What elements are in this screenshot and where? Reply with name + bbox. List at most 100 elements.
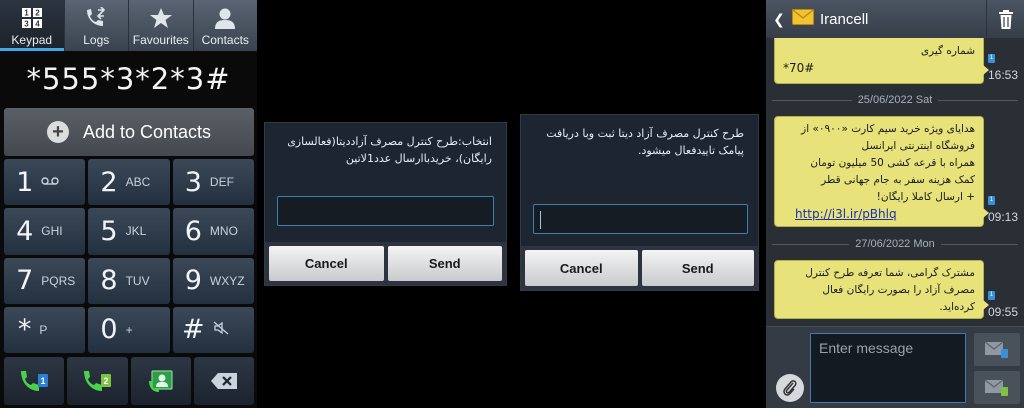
call-sim1-button[interactable]: 1 — [4, 357, 65, 405]
add-to-contacts-button[interactable]: + Add to Contacts — [4, 108, 254, 156]
call-logs-icon — [84, 5, 108, 31]
key-5[interactable]: 5 JKL — [88, 208, 170, 255]
key-letters: TUV — [125, 273, 150, 288]
sim-badge: 1 — [988, 196, 995, 205]
contact-name: Irancell — [820, 10, 869, 28]
message-line: مشترک گرامی، شما تعرفه طرح کنترل — [805, 267, 975, 279]
backspace-icon — [210, 373, 237, 389]
svg-text:4: 4 — [35, 20, 40, 29]
key-letters: WXYZ — [209, 273, 245, 288]
back-arrow-icon[interactable]: ❮ — [770, 11, 788, 28]
ussd-dialog-1: انتخاب:طرح کنترل مصرف آزاددیتا(فعالسازی … — [264, 122, 507, 286]
tab-keypad[interactable]: 1 2 3 4 Keypad — [0, 0, 65, 51]
svg-text:2: 2 — [35, 9, 40, 18]
key-letters: PQRS — [41, 273, 76, 288]
send-button[interactable]: Send — [387, 246, 502, 281]
dialog-message: طرح کنترل مصرف آزاد دیتا ثبت وبا دریافت … — [546, 127, 744, 157]
key-7[interactable]: 7 PQRS — [4, 257, 86, 304]
message-composer: Enter message — [766, 326, 1024, 408]
tab-contacts-label: Contacts — [201, 33, 249, 47]
tab-favourites-label: Favourites — [132, 33, 189, 47]
key-hash[interactable]: # — [172, 306, 254, 353]
paperclip-icon — [783, 380, 797, 396]
key-digit: 2 — [100, 166, 118, 198]
keypad: 1 2 ABC 3 DEF 4 GHI 5 JKL 6 MNO 7 PQRS 8… — [4, 159, 254, 353]
message-line: کرده‌اید. — [939, 301, 975, 313]
svg-text:3: 3 — [24, 20, 29, 29]
key-digit: 8 — [100, 265, 118, 297]
tab-contacts[interactable]: Contacts — [194, 0, 258, 51]
key-9[interactable]: 9 WXYZ — [172, 257, 254, 304]
message-line: مصرف آزاد را بصورت رایگان فعال — [822, 284, 975, 296]
attach-button[interactable] — [776, 374, 804, 402]
message-bubble[interactable]: مشترک گرامی، شما تعرفه طرح کنترل مصرف آز… — [774, 260, 989, 319]
key-digit: 5 — [100, 215, 118, 247]
send-sim2-button[interactable] — [974, 371, 1020, 404]
key-8[interactable]: 8 TUV — [88, 257, 170, 304]
video-call-button[interactable] — [130, 357, 191, 405]
call-sim2-button[interactable]: 2 — [67, 357, 128, 405]
plus-icon: + — [46, 121, 69, 143]
messaging-panel: ❮ Irancell شماره گیری *70# 1 16:53 25/06… — [766, 0, 1024, 408]
key-letters: ABC — [125, 175, 151, 190]
key-2[interactable]: 2 ABC — [88, 159, 170, 206]
key-1[interactable]: 1 — [4, 159, 86, 206]
tab-favourites[interactable]: Favourites — [129, 0, 194, 51]
backspace-button[interactable] — [193, 357, 254, 405]
message-input[interactable]: Enter message — [810, 333, 966, 403]
contact-card-icon — [148, 370, 173, 392]
send-sim2-icon — [984, 378, 1008, 396]
message-line: فروشگاه اینترنتی ایرانسل — [861, 140, 975, 152]
dialog-message: انتخاب:طرح کنترل مصرف آزاددیتا(فعالسازی … — [287, 135, 492, 165]
message-link[interactable]: http://i3l.ir/pBhlq — [795, 206, 975, 223]
send-button[interactable]: Send — [641, 250, 754, 286]
tab-logs[interactable]: Logs — [65, 0, 129, 51]
key-0[interactable]: 0 + — [88, 306, 170, 353]
key-digit: 9 — [184, 265, 202, 297]
key-star[interactable]: * P — [4, 306, 86, 353]
mute-icon — [213, 321, 245, 338]
key-3[interactable]: 3 DEF — [172, 159, 254, 206]
message-line: + ارسال کاملا رایگان! — [876, 191, 975, 203]
sim-badge: 1 — [988, 54, 995, 63]
dialog-button-bar: Cancel Send — [265, 242, 506, 285]
dialer-tabs: 1 2 3 4 Keypad Logs Favourites Contacts — [0, 0, 257, 51]
key-digit: * — [17, 314, 32, 346]
tab-logs-label: Logs — [83, 33, 110, 47]
voicemail-icon — [41, 175, 73, 189]
key-letters: DEF — [209, 175, 234, 190]
sim-badge: 1 — [988, 291, 995, 300]
delete-button[interactable] — [986, 0, 1024, 38]
dialer-action-row: 1 2 — [4, 357, 254, 405]
key-letters: P — [39, 322, 48, 337]
key-digit: 4 — [16, 215, 34, 247]
message-bubble[interactable]: هدایای ویژه خرید سیم کارت «۰۹۰۰» از فروش… — [774, 116, 989, 227]
ussd-reply-input[interactable] — [277, 196, 494, 226]
phone-sim1-icon: 1 — [21, 371, 49, 391]
key-letters: + — [125, 322, 133, 337]
key-4[interactable]: 4 GHI — [4, 208, 86, 255]
sim2-badge: 2 — [104, 376, 109, 386]
send-sim1-button[interactable] — [974, 333, 1020, 366]
key-letters: MNO — [209, 224, 238, 239]
cancel-button[interactable]: Cancel — [525, 250, 638, 286]
date-separator: 25/06/2022 Sat — [766, 93, 1024, 107]
phone-sim2-icon: 2 — [84, 371, 112, 391]
message-thread[interactable]: شماره گیری *70# 1 16:53 25/06/2022 Sat ه… — [766, 38, 1024, 326]
message-text: شماره گیری — [920, 45, 975, 57]
message-time: 09:13 — [988, 210, 1019, 224]
text-caret — [540, 211, 541, 229]
ussd-reply-input[interactable] — [533, 204, 748, 234]
dialed-number[interactable]: *555*3*2*3# — [0, 51, 257, 107]
key-digit: 3 — [184, 166, 202, 198]
message-bubble[interactable]: شماره گیری *70# — [774, 38, 989, 84]
cancel-button[interactable]: Cancel — [269, 246, 384, 281]
envelope-icon — [792, 8, 814, 30]
send-sim1-icon — [984, 340, 1008, 358]
key-letters: JKL — [125, 224, 147, 239]
key-6[interactable]: 6 MNO — [172, 208, 254, 255]
key-digit: 0 — [100, 314, 118, 346]
key-digit: 6 — [184, 215, 202, 247]
person-icon — [214, 5, 236, 31]
date-separator: 27/06/2022 Mon — [766, 237, 1024, 251]
